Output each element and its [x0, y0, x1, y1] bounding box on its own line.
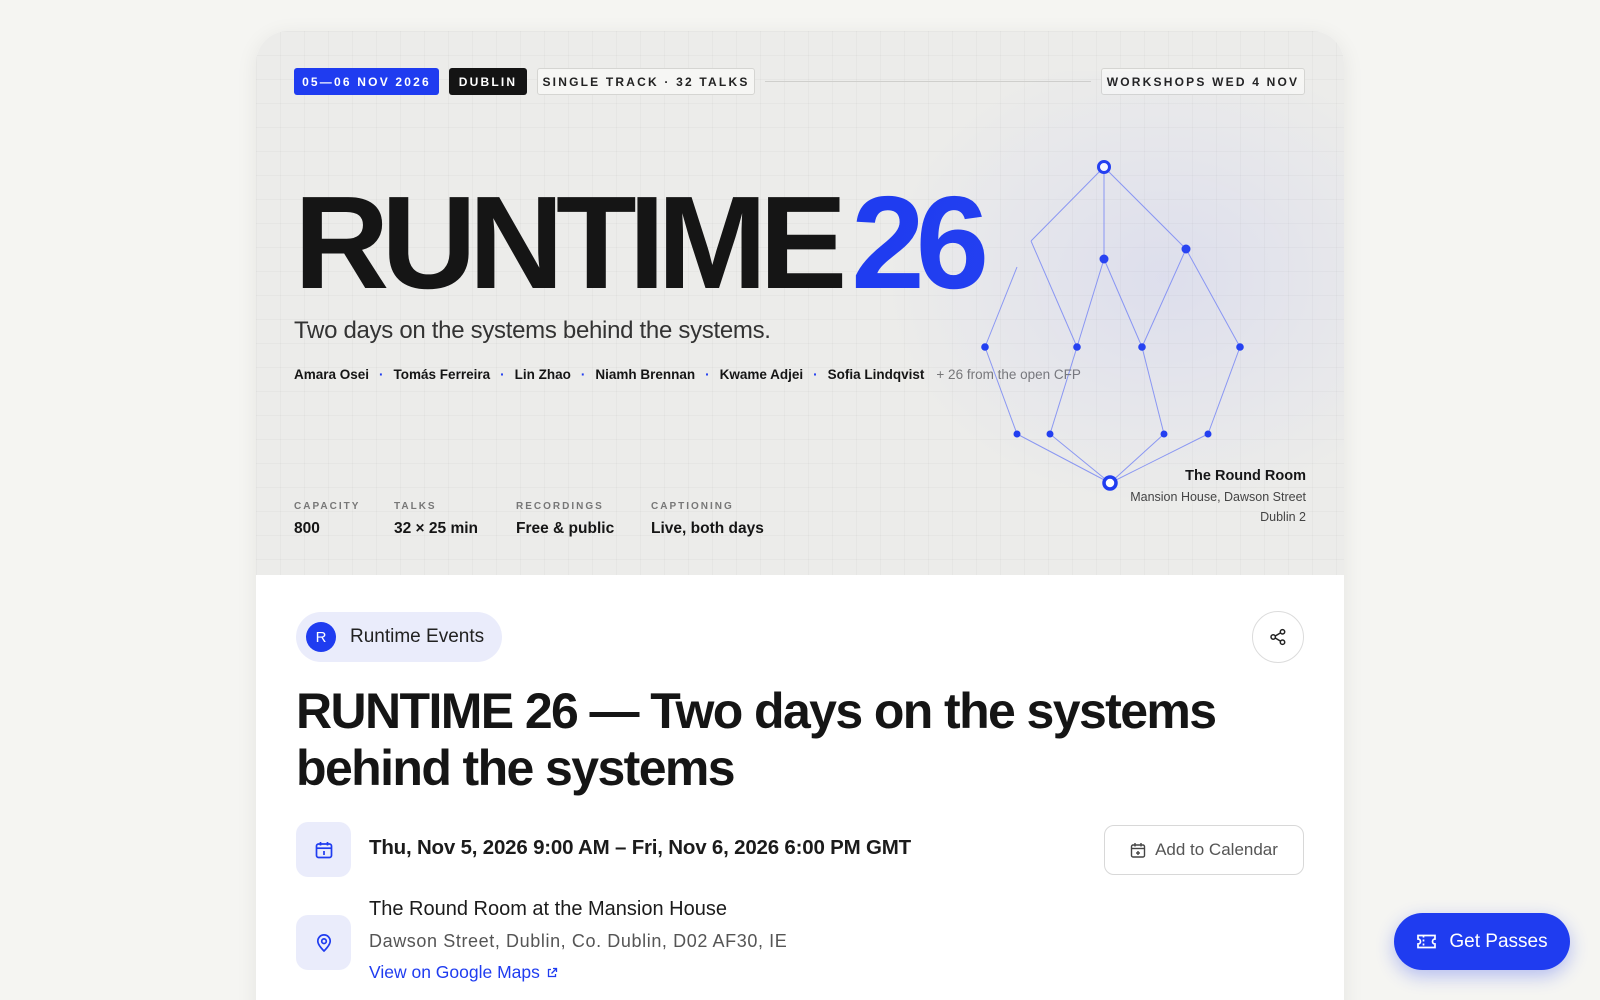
- stat-talks: TALKS 32 × 25 min: [394, 501, 478, 538]
- stat-value: 32 × 25 min: [394, 520, 479, 537]
- separator-dot: ·: [580, 367, 586, 382]
- venue-city: Dublin 2: [1260, 510, 1306, 524]
- share-button[interactable]: [1252, 611, 1304, 663]
- event-datetime: Thu, Nov 5, 2026 9:00 AM – Fri, Nov 6, 2…: [369, 836, 911, 859]
- external-link-icon: [547, 967, 558, 977]
- stat-recordings: RECORDINGS Free & public: [516, 501, 614, 538]
- get-passes-label: Get Passes: [1449, 930, 1548, 952]
- map-pin-icon: [316, 933, 331, 952]
- calendar-plus-icon: [1130, 842, 1146, 858]
- add-to-calendar-button[interactable]: Add to Calendar: [1104, 825, 1304, 875]
- stat-label: TALKS: [394, 501, 437, 512]
- location-address: Dawson Street, Dublin, Co. Dublin, D02 A…: [369, 931, 788, 951]
- add-to-calendar-label: Add to Calendar: [1155, 840, 1278, 859]
- speaker-name: Kwame Adjei: [719, 367, 804, 382]
- speaker-name: Tomás Ferreira: [393, 367, 491, 382]
- hero-tagline: Two days on the systems behind the syste…: [294, 317, 771, 344]
- hero-banner: 05—06 NOV 2026 DUBLIN SINGLE TRACK · 32 …: [256, 31, 1344, 575]
- calendar-icon-box: [296, 822, 351, 877]
- organizer-avatar: R: [306, 622, 336, 652]
- calendar-icon: [315, 841, 332, 858]
- organizer-name: Runtime Events: [350, 626, 485, 647]
- ticket-icon: [1417, 934, 1437, 949]
- event-card: 05—06 NOV 2026 DUBLIN SINGLE TRACK · 32 …: [256, 31, 1344, 1000]
- stat-value: Live, both days: [651, 520, 764, 537]
- google-maps-label: View on Google Maps: [369, 962, 540, 982]
- organizer-chip[interactable]: R Runtime Events: [296, 612, 502, 662]
- tag-divider: [765, 81, 1091, 82]
- stat-captioning: CAPTIONING Live, both days: [651, 501, 764, 538]
- location-icon-box: [296, 915, 351, 970]
- stat-label: RECORDINGS: [516, 501, 604, 512]
- venue-name: The Round Room: [1185, 468, 1306, 484]
- hero-title: RUNTIME26: [294, 177, 989, 309]
- hero-title-word: RUNTIME: [294, 169, 847, 316]
- stat-label: CAPTIONING: [651, 501, 734, 512]
- event-title: RUNTIME 26 — Two days on the systems beh…: [296, 683, 1217, 796]
- google-maps-link[interactable]: View on Google Maps: [369, 962, 558, 983]
- speakers-more: + 26 from the open CFP: [936, 367, 1081, 382]
- speaker-name: Niamh Brennan: [595, 367, 696, 382]
- separator-dot: ·: [813, 367, 818, 382]
- speaker-list: Amara Osei · Tomás Ferreira · Lin Zhao ·…: [294, 367, 1081, 382]
- city-tag: DUBLIN: [449, 68, 527, 95]
- venue-street: Mansion House, Dawson Street: [1130, 490, 1306, 504]
- separator-dot: ·: [379, 367, 384, 382]
- share-icon: [1270, 628, 1286, 646]
- date-tag: 05—06 NOV 2026: [294, 68, 439, 95]
- get-passes-button[interactable]: Get Passes: [1394, 913, 1570, 970]
- hero-venue: The Round Room Mansion House, Dawson Str…: [1130, 468, 1306, 524]
- stat-label: CAPACITY: [294, 501, 361, 512]
- stat-value: Free & public: [516, 520, 615, 537]
- speaker-name: Amara Osei: [294, 367, 370, 382]
- speaker-name: Sofia Lindqvist: [827, 367, 925, 382]
- stat-capacity: CAPACITY 800: [294, 501, 360, 538]
- separator-dot: ·: [705, 367, 710, 382]
- location-name: The Round Room at the Mansion House: [369, 898, 727, 920]
- workshops-tag: WORKSHOPS WED 4 NOV: [1101, 68, 1305, 95]
- track-tag: SINGLE TRACK · 32 TALKS: [537, 68, 755, 95]
- stat-value: 800: [294, 520, 320, 537]
- separator-dot: ·: [500, 367, 505, 382]
- hero-title-number: 26: [851, 169, 989, 316]
- speaker-name: Lin Zhao: [514, 367, 571, 382]
